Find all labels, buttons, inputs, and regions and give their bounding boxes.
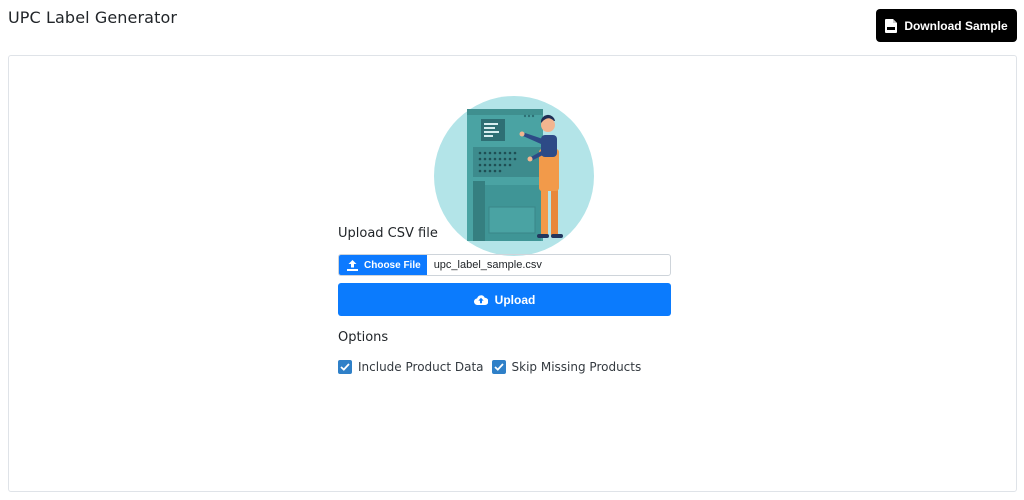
options-list: Include Product Data Skip Missing Produc… <box>338 360 671 374</box>
csv-file-icon <box>885 18 898 33</box>
download-sample-label: Download Sample <box>904 18 1008 33</box>
cloud-upload-icon <box>473 294 488 306</box>
checkmark-icon <box>493 363 504 371</box>
choose-file-button[interactable]: Choose File <box>339 255 427 275</box>
page-title: UPC Label Generator <box>8 8 178 27</box>
download-sample-button[interactable]: Download Sample <box>876 9 1017 42</box>
skip-missing-products-label: Skip Missing Products <box>511 360 642 374</box>
upload-csv-label: Upload CSV file <box>338 226 438 241</box>
checkmark-icon <box>340 363 350 371</box>
skip-missing-products-option[interactable]: Skip Missing Products <box>491 360 642 374</box>
upload-button-label: Upload <box>494 292 536 307</box>
include-product-data-label: Include Product Data <box>358 360 484 374</box>
upload-arrow-icon <box>347 259 358 271</box>
include-product-data-option[interactable]: Include Product Data <box>338 360 484 374</box>
upload-button[interactable]: Upload <box>338 283 671 316</box>
include-product-data-checkbox[interactable] <box>338 360 352 374</box>
choose-file-label: Choose File <box>364 259 421 271</box>
upload-form: Upload CSV file Choose File upc_label_sa… <box>338 226 671 374</box>
options-label: Options <box>338 330 389 345</box>
file-input[interactable]: Choose File upc_label_sample.csv <box>338 254 671 276</box>
skip-missing-products-checkbox[interactable] <box>491 360 506 374</box>
selected-file-name: upc_label_sample.csv <box>433 259 542 271</box>
